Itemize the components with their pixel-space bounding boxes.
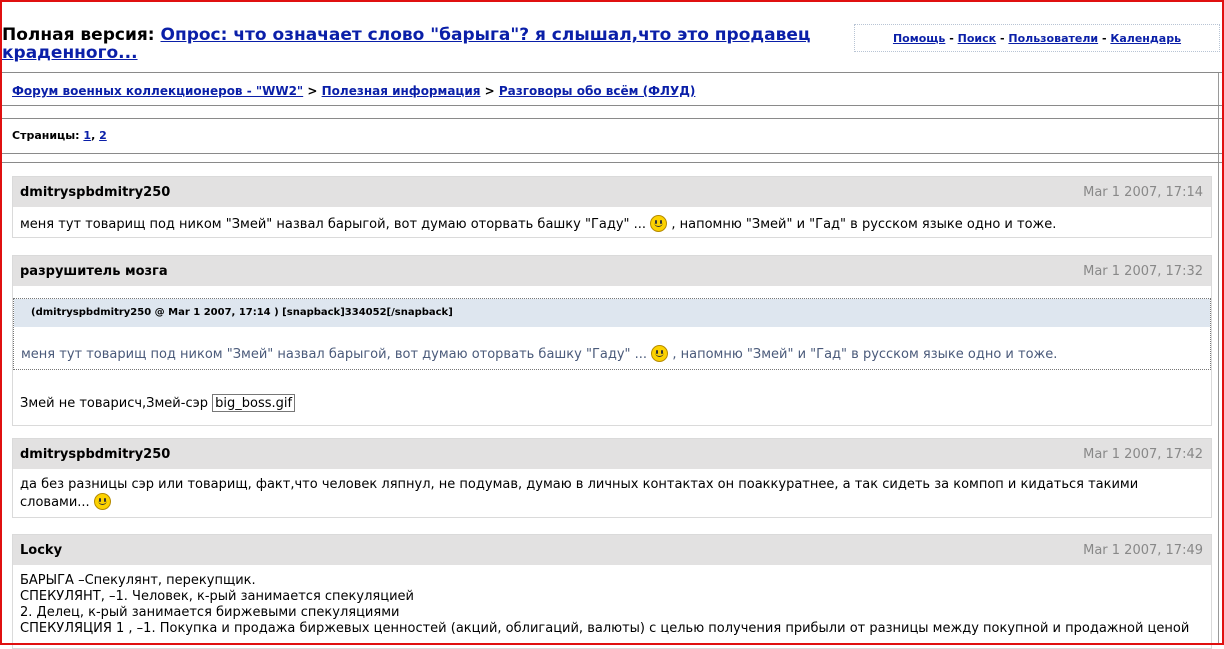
post-line: СПЕКУЛЯНТ, –1. Человек, к-рый занимается… (20, 589, 414, 604)
post-text: Змей не товарисч,Змей-сэр (20, 396, 208, 411)
post-date: Mar 1 2007, 17:32 (1083, 264, 1203, 279)
image-placeholder[interactable]: big_boss.gif (212, 394, 296, 412)
breadcrumb-forum-link[interactable]: Форум военных коллекционеров - "WW2" (12, 84, 303, 98)
pagination-label: Страницы: (12, 129, 80, 142)
post-body: меня тут товарищ под ником "Змей" назвал… (13, 207, 1211, 241)
link-separator: - (1101, 32, 1107, 45)
post-line: БАРЫГА –Спекулянт, перекупщик. (20, 573, 256, 588)
quote-block: (dmitryspbdmitry250 @ Mar 1 2007, 17:14 … (13, 298, 1211, 370)
link-separator: - (999, 32, 1005, 45)
breadcrumb-flood-link[interactable]: Разговоры обо всём (ФЛУД) (499, 84, 696, 98)
quote-text: , напомню "Змей" и "Гад" в русском языке… (672, 347, 1058, 362)
post-date: Mar 1 2007, 17:42 (1083, 447, 1203, 462)
page-separator: , (91, 129, 96, 142)
post-header: dmitryspbdmitry250 Mar 1 2007, 17:14 (13, 177, 1211, 207)
post-text: меня тут товарищ под ником "Змей" назвал… (20, 217, 647, 232)
quote-header: (dmitryspbdmitry250 @ Mar 1 2007, 17:14 … (14, 299, 1210, 327)
right-divider (1218, 72, 1219, 645)
smiley-icon (650, 215, 668, 232)
post-body: Змей не товарисч,Змей-сэр big_boss.gif (13, 370, 1211, 420)
post-header: Locky Mar 1 2007, 17:49 (13, 535, 1211, 565)
post-date: Mar 1 2007, 17:14 (1083, 185, 1203, 200)
smiley-icon (93, 493, 111, 510)
page-1-link[interactable]: 1 (83, 129, 91, 142)
top-links: Помощь - Поиск - Пользователи - Календар… (854, 24, 1220, 52)
post-author: dmitryspbdmitry250 (20, 447, 171, 462)
users-link[interactable]: Пользователи (1008, 32, 1098, 45)
page-2-link[interactable]: 2 (99, 129, 107, 142)
quote-text: меня тут товарищ под ником "Змей" назвал… (21, 347, 648, 362)
post-line: СПЕКУЛЯЦИЯ 1 , –1. Покупка и продажа бир… (20, 621, 1190, 636)
post-header: разрушитель мозга Mar 1 2007, 17:32 (13, 256, 1211, 286)
post-body: БАРЫГА –Спекулянт, перекупщик. СПЕКУЛЯНТ… (13, 565, 1211, 645)
post-text: , напомню "Змей" и "Гад" в русском языке… (671, 217, 1057, 232)
post-author: Locky (20, 543, 63, 558)
link-separator: - (949, 32, 954, 45)
post-body: да без разницы сэр или товарищ, факт,что… (13, 469, 1211, 519)
post-date: Mar 1 2007, 17:49 (1083, 543, 1203, 558)
post: dmitryspbdmitry250 Mar 1 2007, 17:42 да … (12, 438, 1212, 518)
post: dmitryspbdmitry250 Mar 1 2007, 17:14 мен… (12, 176, 1212, 238)
post-author: dmitryspbdmitry250 (20, 185, 171, 200)
quote-body: меня тут товарищ под ником "Змей" назвал… (14, 327, 1210, 369)
calendar-link[interactable]: Календарь (1110, 32, 1181, 45)
breadcrumb-separator: > (307, 84, 318, 98)
post-author: разрушитель мозга (20, 264, 168, 279)
post: Locky Mar 1 2007, 17:49 БАРЫГА –Спекулян… (12, 534, 1212, 649)
divider (2, 162, 1222, 163)
breadcrumb: Форум военных коллекционеров - "WW2" > П… (2, 72, 1222, 106)
post-line: 2. Делец, к-рый занимается биржевыми спе… (20, 605, 400, 620)
help-link[interactable]: Помощь (893, 32, 945, 45)
title-prefix: Полная версия: (2, 25, 155, 45)
breadcrumb-separator: > (484, 84, 495, 98)
post-header: dmitryspbdmitry250 Mar 1 2007, 17:42 (13, 439, 1211, 469)
search-link[interactable]: Поиск (958, 32, 996, 45)
post-text: да без разницы сэр или товарищ, факт,что… (20, 477, 1139, 510)
page-title: Полная версия: Опрос: что означает слово… (2, 26, 842, 62)
smiley-icon (651, 345, 669, 362)
post: разрушитель мозга Mar 1 2007, 17:32 (dmi… (12, 255, 1212, 426)
pagination: Страницы: 1, 2 (2, 118, 1222, 154)
breadcrumb-useful-info-link[interactable]: Полезная информация (322, 84, 481, 98)
